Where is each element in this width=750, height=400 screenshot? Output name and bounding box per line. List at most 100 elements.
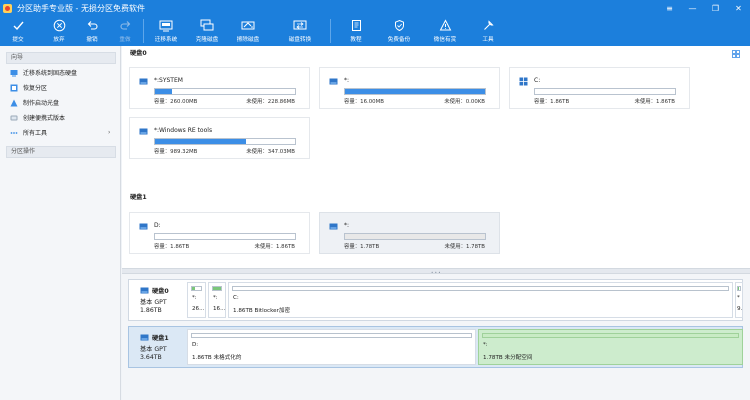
partition-drive-icon [329, 223, 338, 230]
map-partition-d[interactable]: D: 1.86TB 未格式化的 [187, 329, 476, 365]
partition-free-space: 未使用：347.03MB [246, 149, 295, 155]
title-bar: 分区助手专业版 - 无损分区免费软件 ≡ — ❐ ✕ [0, 0, 750, 16]
clone-disk-icon [200, 18, 214, 32]
partition-drive-icon [139, 78, 148, 85]
partition-capacity: 容量：260.00MB [154, 99, 198, 105]
partition-capacity: 容量：989.32MB [154, 149, 198, 155]
maximize-button[interactable]: ❐ [704, 0, 727, 16]
map-partition-unallocated[interactable]: *: 1.78TB 未分配空间 [478, 329, 743, 365]
map-usage-bar [482, 333, 739, 338]
disk-type: 基本 GPT [140, 299, 167, 306]
disk-size: 3.64TB [140, 354, 162, 361]
partition-card-c[interactable]: C: 容量：1.86TB 未使用：1.86TB [509, 67, 690, 109]
clone-disk-button[interactable]: 克隆磁盘 [191, 16, 223, 46]
wipe-disk-button[interactable]: 擦除磁盘 [232, 16, 264, 46]
usage-fill [155, 89, 172, 94]
map-partition-label: *: [483, 342, 488, 348]
disk-view: 硬盘0 *:SYSTEM 容量：260.00MB 未使用：228.86MB *:… [122, 46, 750, 268]
partition-ops-panel-title: 分区操作 [6, 146, 116, 158]
map-partition-size: 1.86TB 未格式化的 [192, 355, 242, 361]
redo-button[interactable]: 重做 [113, 16, 137, 46]
sidebar-item-boot-disc[interactable]: 制作启动光盘 [10, 97, 59, 108]
partition-card-unallocated[interactable]: *: 容量：1.78TB 未使用：1.78TB [319, 212, 500, 254]
map-partition[interactable]: *: 26... [187, 282, 206, 318]
usage-bar [154, 138, 296, 145]
toolbar-separator [143, 19, 144, 43]
partition-free-space: 未使用：1.86TB [254, 244, 295, 250]
discard-button[interactable]: 放弃 [47, 16, 71, 46]
partition-card-reserved[interactable]: *: 容量：16.00MB 未使用：0.00KB [319, 67, 500, 109]
partition-card-system[interactable]: *:SYSTEM 容量：260.00MB 未使用：228.86MB [129, 67, 310, 109]
partition-drive-icon [139, 223, 148, 230]
free-backup-button[interactable]: 免费备份 [383, 16, 415, 46]
map-partition-size: 1.78TB 未分配空间 [483, 355, 533, 361]
disk-info: 硬盘0 基本 GPT 1.86TB [129, 280, 181, 320]
chevron-right-icon: › [108, 129, 111, 136]
migrate-os-icon [159, 18, 173, 32]
usage-bar [344, 88, 486, 95]
sidebar-item-all-tools[interactable]: 所有工具 › [10, 127, 118, 138]
close-button[interactable]: ✕ [727, 0, 750, 16]
map-partition-label: *: [192, 295, 197, 301]
disk-map-row-disk0[interactable]: 硬盘0 基本 GPT 1.86TB *: 26... *: 16... C: 1… [128, 279, 743, 321]
sidebar-item-migrate-ssd[interactable]: 迁移系统到固态硬盘 [10, 67, 77, 78]
wizard-panel-title: 向导 [6, 52, 116, 64]
map-partition-label: * [737, 295, 740, 301]
partition-capacity: 容量：1.86TB [154, 244, 190, 250]
disk-info: 硬盘1 基本 GPT 3.64TB [129, 327, 181, 367]
partition-drive-icon [139, 128, 148, 135]
map-partition-c[interactable]: C: 1.86TB Bitlocker加密 [228, 282, 733, 318]
partition-card-winre[interactable]: *:Windows RE tools 容量：989.32MB 未使用：347.0… [129, 117, 310, 159]
minimize-button[interactable]: — [681, 0, 704, 16]
boot-disc-icon [10, 99, 18, 107]
map-usage-fill [192, 287, 195, 290]
migrate-os-button[interactable]: 迁移系统 [150, 16, 182, 46]
app-logo-icon [3, 3, 12, 13]
tools-button[interactable]: 工具 [476, 16, 500, 46]
disk-map-row-disk1[interactable]: 硬盘1 基本 GPT 3.64TB D: 1.86TB 未格式化的 *: 1.7… [128, 326, 743, 368]
map-partition-size: 16... [213, 306, 226, 312]
toolbar: 提交 放弃 撤销 重做 迁移系统 克隆磁盘 擦除磁盘 磁盘转换 教程 免费备份 … [0, 16, 750, 46]
convert-disk-icon [293, 18, 307, 32]
map-partition[interactable]: *: 16... [208, 282, 226, 318]
convert-disk-button[interactable]: 磁盘转换 [284, 16, 316, 46]
usage-bar [344, 233, 486, 240]
map-usage-bar [737, 286, 741, 291]
usage-bar [154, 233, 296, 240]
partition-name: *:Windows RE tools [154, 127, 213, 134]
toolbar-separator [330, 19, 331, 43]
partition-card-d[interactable]: D: 容量：1.86TB 未使用：1.86TB [129, 212, 310, 254]
map-usage-fill [738, 287, 740, 290]
sidebar-item-portable-version[interactable]: 创建便携式版本 [10, 112, 65, 123]
partition-capacity: 容量：1.86TB [534, 99, 570, 105]
wipe-disk-icon [241, 18, 255, 32]
disk-type: 基本 GPT [140, 346, 167, 353]
map-partition-size: 26... [192, 306, 205, 312]
windows-logo-icon [519, 77, 528, 86]
usage-bar [154, 88, 296, 95]
disk-name: 硬盘0 [152, 288, 169, 295]
partition-free-space: 未使用：228.86MB [246, 99, 295, 105]
partition-capacity: 容量：16.00MB [344, 99, 384, 105]
tutorial-button[interactable]: 教程 [344, 16, 368, 46]
map-partition-size: 9. [737, 306, 743, 312]
sidebar-item-recover-partition[interactable]: 恢复分区 [10, 82, 47, 93]
disk-drive-icon [140, 287, 149, 294]
map-usage-bar [212, 286, 222, 291]
map-usage-bar [191, 286, 202, 291]
reward-icon [438, 18, 452, 32]
wechat-reward-button[interactable]: 微信有赏 [429, 16, 461, 46]
partition-name: *: [344, 77, 350, 84]
partition-free-space: 未使用：1.78TB [444, 244, 485, 250]
menu-button[interactable]: ≡ [658, 0, 681, 16]
recover-partition-icon [10, 84, 18, 92]
disk-drive-icon [140, 334, 149, 341]
map-partition[interactable]: * 9. [735, 282, 743, 318]
window-title: 分区助手专业版 - 无损分区免费软件 [17, 3, 145, 13]
disk0-section-label: 硬盘0 [130, 50, 147, 57]
disk-map: 硬盘0 基本 GPT 1.86TB *: 26... *: 16... C: 1… [122, 274, 750, 400]
submit-button[interactable]: 提交 [6, 16, 30, 46]
undo-button[interactable]: 撤销 [80, 16, 104, 46]
view-toggle-icon[interactable] [732, 50, 740, 58]
map-partition-size: 1.86TB Bitlocker加密 [233, 308, 291, 314]
